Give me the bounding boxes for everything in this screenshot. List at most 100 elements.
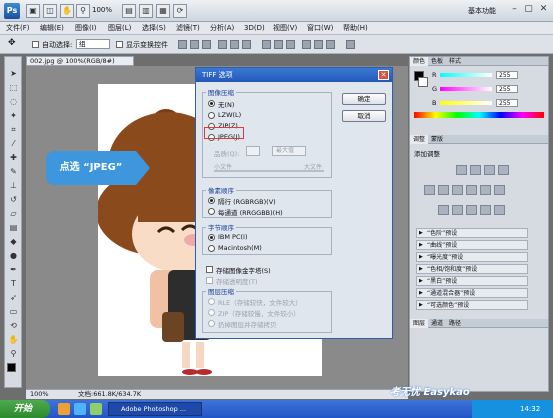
menu-edit[interactable]: 编辑(E) xyxy=(40,23,64,34)
channel-mixer-icon[interactable] xyxy=(494,185,505,195)
menu-file[interactable]: 文件(F) xyxy=(6,23,30,34)
layer-rle-radio[interactable] xyxy=(208,298,215,305)
quality-slider[interactable] xyxy=(214,170,324,172)
status-doc-size[interactable]: 文档:661.8K/634.7K xyxy=(78,390,141,399)
move-tool-icon[interactable]: ➤ xyxy=(8,69,19,78)
menu-analysis[interactable]: 分析(A) xyxy=(210,23,234,34)
photo-filter-icon[interactable] xyxy=(480,185,491,195)
pixel-per-channel-radio[interactable] xyxy=(208,208,215,215)
rotate-view-icon[interactable]: ⟳ xyxy=(173,4,187,18)
align-hcenter-icon[interactable] xyxy=(230,40,239,49)
curves-icon[interactable] xyxy=(484,165,495,175)
preset-exposure[interactable]: “曝光度”预设 xyxy=(416,252,528,262)
invert-icon[interactable] xyxy=(438,205,449,215)
preset-hue-saturation[interactable]: “色相/饱和度”预设 xyxy=(416,264,528,274)
preset-levels[interactable]: “色阶”预设 xyxy=(416,228,528,238)
menu-window[interactable]: 窗口(W) xyxy=(307,23,333,34)
tab-channels[interactable]: 通道 xyxy=(428,319,446,328)
view-extras-icon[interactable]: ▤ xyxy=(122,4,136,18)
history-brush-tool-icon[interactable]: ↺ xyxy=(8,195,19,204)
cancel-button[interactable]: 取消 xyxy=(342,110,386,122)
menu-help[interactable]: 帮助(H) xyxy=(343,23,368,34)
foreground-color-swatch[interactable] xyxy=(7,363,16,372)
save-pyramid-checkbox[interactable] xyxy=(206,266,213,273)
compression-none-radio[interactable] xyxy=(208,100,215,107)
pen-tool-icon[interactable]: ✒ xyxy=(8,265,19,274)
clock[interactable]: 14:32 xyxy=(520,405,540,413)
posterize-icon[interactable] xyxy=(452,205,463,215)
quick-launch-icon[interactable] xyxy=(58,403,70,415)
preset-black-white[interactable]: “黑白”预设 xyxy=(416,276,528,286)
distribute-bottom-icon[interactable] xyxy=(286,40,295,49)
tab-layers[interactable]: 图层 xyxy=(410,319,429,328)
color-spectrum-bar[interactable] xyxy=(414,112,544,118)
screen-mode-icon[interactable]: ▦ xyxy=(156,4,170,18)
close-icon[interactable]: ✕ xyxy=(537,3,550,16)
start-button[interactable]: 开始 xyxy=(0,400,50,418)
exposure-icon[interactable] xyxy=(498,165,509,175)
quality-input[interactable] xyxy=(246,146,260,156)
menu-3d[interactable]: 3D(D) xyxy=(244,23,265,34)
status-zoom[interactable]: 100% xyxy=(30,390,49,399)
ie-icon[interactable] xyxy=(74,403,86,415)
hand-tool-icon[interactable]: ✋ xyxy=(60,4,74,18)
quality-select[interactable]: 最大值 xyxy=(272,146,306,156)
byte-ibm-pc-radio[interactable] xyxy=(208,234,215,241)
brightness-contrast-icon[interactable] xyxy=(456,165,467,175)
gradient-tool-icon[interactable]: ▤ xyxy=(8,223,19,232)
clone-stamp-tool-icon[interactable]: ⊥ xyxy=(8,181,19,190)
gradient-map-icon[interactable] xyxy=(480,205,491,215)
media-icon[interactable] xyxy=(90,403,102,415)
minimize-icon[interactable]: – xyxy=(508,3,521,16)
marquee-tool-icon[interactable]: ⬚ xyxy=(8,83,19,92)
menu-select[interactable]: 选择(S) xyxy=(142,23,166,34)
hue-saturation-icon[interactable] xyxy=(438,185,449,195)
document-tab[interactable]: 002.jpg @ 100%(RGB/8#) xyxy=(26,56,134,66)
tab-color[interactable]: 颜色 xyxy=(410,57,429,66)
shape-tool-icon[interactable]: ▭ xyxy=(8,307,19,316)
align-right-icon[interactable] xyxy=(242,40,251,49)
menu-layer[interactable]: 图层(L) xyxy=(108,23,131,34)
show-transform-checkbox[interactable] xyxy=(116,41,123,48)
green-slider[interactable] xyxy=(440,87,492,91)
compression-lzw-radio[interactable] xyxy=(208,112,215,119)
ok-button[interactable]: 确定 xyxy=(342,93,386,105)
selective-color-icon[interactable] xyxy=(494,205,505,215)
green-value[interactable]: 255 xyxy=(496,85,518,93)
tab-adjustments[interactable]: 调整 xyxy=(410,135,429,144)
distribute-vcenter-icon[interactable] xyxy=(274,40,283,49)
crop-tool-icon[interactable]: ⌗ xyxy=(8,125,19,134)
restore-icon[interactable]: ▢ xyxy=(522,3,535,16)
tab-styles[interactable]: 样式 xyxy=(446,57,464,66)
workspace-switcher[interactable]: 基本功能 xyxy=(468,6,496,16)
dialog-close-icon[interactable]: ✕ xyxy=(378,70,389,80)
path-selection-tool-icon[interactable]: ➶ xyxy=(8,293,19,302)
preset-channel-mixer[interactable]: “通道混合器”预设 xyxy=(416,288,528,298)
bridge-icon[interactable]: ▣ xyxy=(26,4,40,18)
preset-selective-color[interactable]: “可选颜色”预设 xyxy=(416,300,528,310)
levels-icon[interactable] xyxy=(470,165,481,175)
brush-tool-icon[interactable]: ✎ xyxy=(8,167,19,176)
blue-value[interactable]: 255 xyxy=(496,99,518,107)
zoom-tool-icon[interactable]: ⚲ xyxy=(76,4,90,18)
tab-masks[interactable]: 蒙版 xyxy=(428,135,446,144)
vibrance-icon[interactable] xyxy=(424,185,435,195)
pixel-interleaved-radio[interactable] xyxy=(208,197,215,204)
mini-bridge-icon[interactable]: ◫ xyxy=(43,4,57,18)
healing-brush-tool-icon[interactable]: ✚ xyxy=(8,153,19,162)
auto-align-icon[interactable] xyxy=(346,40,355,49)
threshold-icon[interactable] xyxy=(466,205,477,215)
menu-view[interactable]: 视图(V) xyxy=(273,23,297,34)
blur-tool-icon[interactable]: ◆ xyxy=(8,237,19,246)
taskbar-photoshop-button[interactable]: Adobe Photoshop ... xyxy=(108,402,202,416)
eyedropper-tool-icon[interactable]: ⁄ xyxy=(8,139,19,148)
hand-tool-icon[interactable]: ✋ xyxy=(8,335,19,344)
byte-macintosh-radio[interactable] xyxy=(208,245,215,252)
save-transparency-checkbox[interactable] xyxy=(206,277,213,284)
background-color-swatch[interactable] xyxy=(418,77,428,87)
color-balance-icon[interactable] xyxy=(452,185,463,195)
distribute-right-icon[interactable] xyxy=(326,40,335,49)
lasso-tool-icon[interactable]: ◌ xyxy=(8,97,19,106)
preset-curves[interactable]: “曲线”预设 xyxy=(416,240,528,250)
magic-wand-tool-icon[interactable]: ✦ xyxy=(8,111,19,120)
